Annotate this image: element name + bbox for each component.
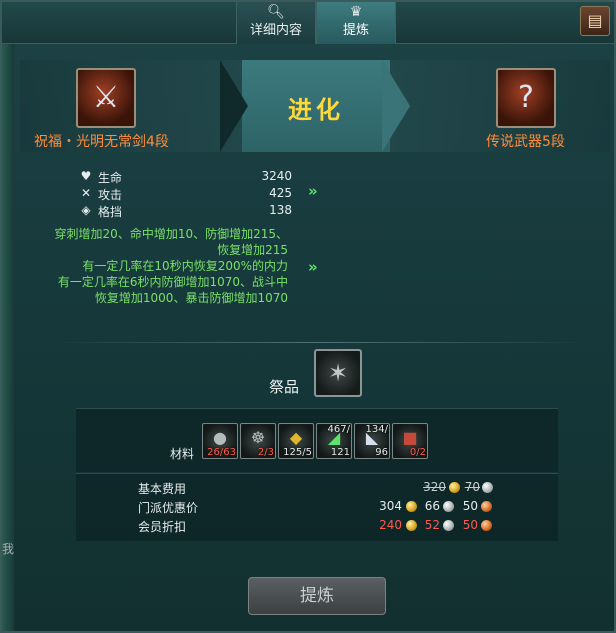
materials-label: 材料 (170, 447, 195, 461)
base-silver-value: 70 (464, 480, 480, 494)
stat-value: 138 (269, 203, 292, 217)
material-count: 26/63 (207, 447, 236, 458)
bonus-line: 恢复增加1000、暴击防御增加1070 (94, 291, 288, 305)
double-arrow-icon: » (308, 258, 318, 276)
crossed-swords-icon: ✕ (80, 186, 92, 200)
stat-label: 攻击 (98, 188, 123, 202)
material-owned: 467/ (327, 424, 350, 435)
member-silver-value: 52 (424, 518, 440, 532)
offering-label: 祭品 (269, 378, 300, 396)
side-text: 我 (2, 542, 15, 556)
tab-refine[interactable]: ♛ 提炼 (316, 2, 396, 44)
faction-copper-value: 50 (462, 499, 478, 513)
tab-bar: 🔍︎ 详细内容 ♛ 提炼 ▤ (2, 2, 614, 44)
stat-value: 3240 (261, 169, 292, 183)
cost-label-base: 基本费用 (138, 482, 187, 496)
heart-icon: ♥ (80, 169, 92, 183)
target-item-slot[interactable]: ? (496, 68, 556, 128)
material-count: 2/3 (257, 447, 274, 458)
material-slot[interactable]: ■ 0/2 (392, 423, 428, 459)
section-divider (50, 342, 590, 343)
gold-coin-icon (449, 482, 460, 493)
gold-coin-icon (406, 501, 417, 512)
dark-weapon-icon: ✶ (327, 359, 349, 387)
bonus-line: 有一定几率在6秒内防御增加1070、战斗中 (57, 275, 288, 289)
material-count: 121 (330, 447, 350, 458)
source-item-slot[interactable]: ⚔ (76, 68, 136, 128)
shield-icon: ◈ (81, 203, 91, 217)
faction-gold-value: 304 (379, 499, 402, 513)
target-item-name: 传说武器5段 (486, 134, 565, 150)
bonus-line: 穿刺增加20、命中增加10、防御增加215、 (54, 227, 288, 241)
stat-label: 生命 (98, 171, 123, 185)
stat-row-block: ◈ 格挡 138 (78, 202, 298, 219)
member-gold-value: 240 (379, 518, 402, 532)
material-slot[interactable]: ◆ 125/5 (278, 423, 314, 459)
search-icon: 🔍︎ (267, 4, 285, 20)
tab-refine-label: 提炼 (342, 23, 369, 38)
material-count: 125/5 (283, 447, 312, 458)
material-owned: 134/ (365, 424, 388, 435)
material-count: 96 (375, 447, 388, 458)
material-slot[interactable]: ☸ 2/3 (240, 423, 276, 459)
sword-icon: ⚔ (92, 80, 120, 115)
bonus-line: 恢复增加215 (217, 243, 288, 257)
cost-label-faction: 门派优惠价 (138, 501, 199, 515)
scroll-icon[interactable]: ▤ (580, 6, 610, 36)
tab-details-label: 详细内容 (249, 23, 302, 38)
cost-label-member: 会员折扣 (138, 520, 187, 534)
base-gold-value: 320 (423, 480, 446, 494)
material-slot[interactable]: ◢ 467/ 121 (316, 423, 352, 459)
silver-coin-icon (443, 501, 454, 512)
double-arrow-icon: » (308, 182, 318, 200)
stat-row-attack: ✕ 攻击 425 (78, 185, 298, 202)
stat-value: 425 (269, 186, 292, 200)
bonus-line: 有一定几率在10秒内恢复200%的内力 (82, 259, 288, 273)
refine-window: 🔍︎ 详细内容 ♛ 提炼 ▤ 进化 ⚔ 祝福・光明无常剑4段 ? 传说武器5段 … (0, 0, 616, 633)
unknown-weapon-icon: ? (518, 80, 534, 115)
window-left-edge (2, 2, 14, 631)
trophy-icon: ♛ (349, 4, 363, 20)
copper-coin-icon (481, 501, 492, 512)
material-count: 0/2 (409, 447, 426, 458)
silver-coin-icon (443, 520, 454, 531)
stat-label: 格挡 (98, 205, 123, 219)
stat-row-hp: ♥ 生命 3240 (78, 168, 298, 185)
evolution-title: 进化 (288, 96, 344, 124)
gold-coin-icon (406, 520, 417, 531)
source-item-name: 祝福・光明无常剑4段 (34, 134, 169, 150)
silver-coin-icon (482, 482, 493, 493)
copper-coin-icon (481, 520, 492, 531)
offering-slot[interactable]: ✶ (314, 349, 362, 397)
refine-button[interactable]: 提炼 (248, 577, 386, 615)
material-slot[interactable]: ● 26/63 (202, 423, 238, 459)
member-copper-value: 50 (462, 518, 478, 532)
tab-details[interactable]: 🔍︎ 详细内容 (236, 2, 316, 44)
faction-silver-value: 66 (424, 499, 440, 513)
material-slot[interactable]: ◣ 134/ 96 (354, 423, 390, 459)
